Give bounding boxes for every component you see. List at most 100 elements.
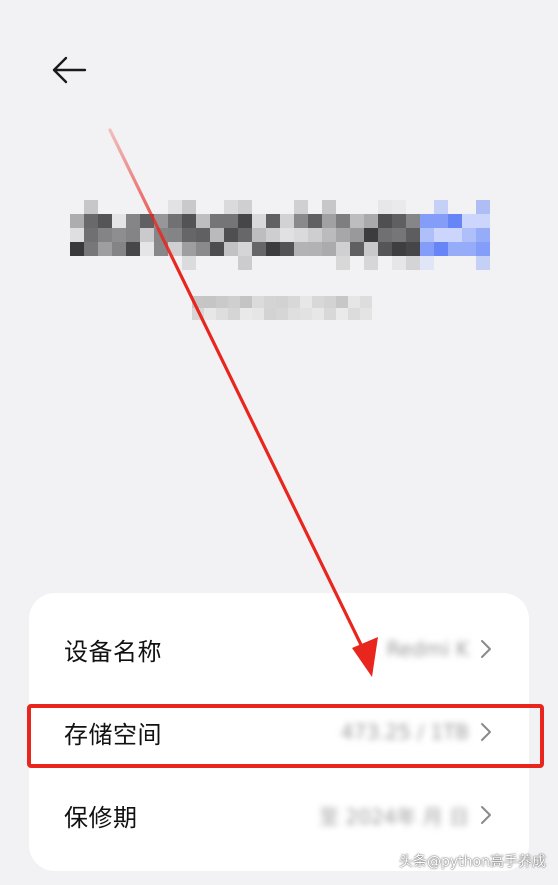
- mosaic-block: [406, 228, 420, 242]
- mosaic-block: [238, 200, 252, 214]
- mosaic-block: [196, 242, 210, 256]
- mosaic-block: [126, 214, 140, 228]
- mosaic-block: [240, 308, 252, 320]
- back-button[interactable]: [46, 50, 92, 90]
- mosaic-block: [406, 214, 420, 228]
- mosaic-block: [420, 228, 434, 242]
- mosaic-block: [448, 214, 462, 228]
- mosaic-block: [348, 308, 360, 320]
- device-name-value: Redmi K: [386, 637, 469, 661]
- mosaic-block: [312, 296, 324, 308]
- mosaic-block: [294, 242, 308, 256]
- mosaic-block: [224, 214, 238, 228]
- settings-row-warranty[interactable]: 保修期 至 2024年 月 日: [29, 774, 529, 856]
- mosaic-block: [300, 308, 312, 320]
- mosaic-block: [224, 228, 238, 242]
- mosaic-block: [420, 256, 434, 270]
- mosaic-block: [476, 200, 490, 214]
- mosaic-block: [112, 228, 126, 242]
- mosaic-block: [392, 242, 406, 256]
- mosaic-block: [288, 296, 300, 308]
- watermark: 头条@python高手养成: [399, 854, 546, 870]
- device-name-label: 设备名称: [64, 637, 162, 666]
- mosaic-block: [252, 308, 264, 320]
- mosaic-block: [294, 214, 308, 228]
- mosaic-block: [294, 228, 308, 242]
- mosaic-block: [462, 214, 476, 228]
- mosaic-block: [238, 214, 252, 228]
- mosaic-block: [154, 228, 168, 242]
- mosaic-block: [182, 242, 196, 256]
- mosaic-block: [308, 228, 322, 242]
- mosaic-block: [276, 296, 288, 308]
- mosaic-block: [224, 242, 238, 256]
- mosaic-block: [70, 228, 84, 242]
- mosaic-block: [406, 256, 420, 270]
- mosaic-block: [322, 228, 336, 242]
- mosaic-block: [336, 228, 350, 242]
- mosaic-block: [228, 308, 240, 320]
- mosaic-block: [280, 228, 294, 242]
- mosaic-block: [266, 214, 280, 228]
- mosaic-block: [140, 242, 154, 256]
- mosaic-block: [448, 242, 462, 256]
- settings-row-device-name[interactable]: 设备名称 Redmi K: [29, 608, 529, 690]
- mosaic-block: [252, 296, 264, 308]
- mosaic-block: [216, 308, 228, 320]
- mosaic-block: [196, 228, 210, 242]
- mosaic-block: [182, 228, 196, 242]
- mosaic-block: [182, 200, 196, 214]
- chevron-right-icon: [481, 806, 491, 824]
- mosaic-block: [420, 214, 434, 228]
- mosaic-block: [126, 242, 140, 256]
- mosaic-block: [168, 200, 182, 214]
- mosaic-block: [210, 242, 224, 256]
- warranty-value: 至 2024年 月 日: [319, 804, 469, 829]
- arrow-left-icon: [52, 56, 87, 84]
- mosaic-block: [336, 242, 350, 256]
- mosaic-block: [434, 214, 448, 228]
- mosaic-block: [210, 214, 224, 228]
- mosaic-block: [322, 214, 336, 228]
- mosaic-block: [448, 228, 462, 242]
- mosaic-block: [378, 214, 392, 228]
- storage-label: 存储空间: [64, 720, 162, 749]
- mosaic-block: [312, 308, 324, 320]
- mosaic-block: [392, 256, 406, 270]
- mosaic-block: [238, 228, 252, 242]
- mosaic-block: [462, 228, 476, 242]
- mosaic-block: [406, 242, 420, 256]
- settings-row-storage[interactable]: 存储空间 473.25 / 1TB: [29, 691, 529, 773]
- mosaic-block: [348, 296, 360, 308]
- warranty-label: 保修期: [64, 803, 138, 832]
- mosaic-block: [280, 242, 294, 256]
- mosaic-block: [336, 214, 350, 228]
- device-info-card: 设备名称 Redmi K 存储空间 473.25 / 1TB 保修期 至 202…: [29, 593, 529, 871]
- mosaic-block: [350, 228, 364, 242]
- mosaic-block: [98, 214, 112, 228]
- mosaic-block: [434, 200, 448, 214]
- mosaic-block: [476, 256, 490, 270]
- mosaic-block: [434, 228, 448, 242]
- mosaic-block: [112, 242, 126, 256]
- mosaic-block: [336, 296, 348, 308]
- mosaic-block: [350, 242, 364, 256]
- mosaic-block: [392, 228, 406, 242]
- mosaic-block: [288, 308, 300, 320]
- mosaic-block: [126, 228, 140, 242]
- mosaic-block: [476, 242, 490, 256]
- mosaic-block: [264, 308, 276, 320]
- mosaic-block: [300, 296, 312, 308]
- mosaic-block: [266, 228, 280, 242]
- mosaic-block: [168, 228, 182, 242]
- mosaic-block: [378, 228, 392, 242]
- mosaic-block: [434, 242, 448, 256]
- mosaic-block: [154, 214, 168, 228]
- mosaic-block: [266, 242, 280, 256]
- mosaic-block: [420, 242, 434, 256]
- mosaic-block: [238, 256, 252, 270]
- mosaic-block: [392, 200, 406, 214]
- mosaic-block: [378, 242, 392, 256]
- mosaic-block: [84, 200, 98, 214]
- mosaic-block: [462, 242, 476, 256]
